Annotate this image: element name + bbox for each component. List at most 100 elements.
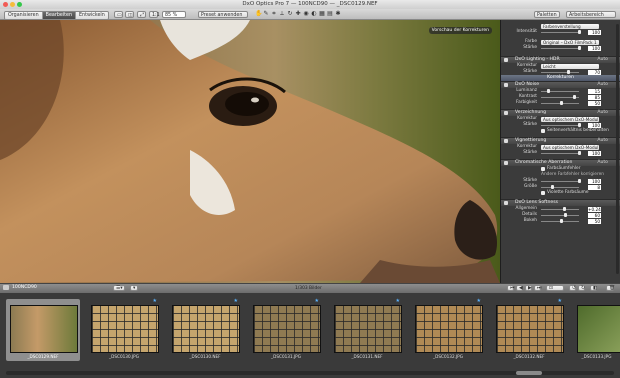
chromatic-strength-value[interactable]: 100 bbox=[588, 178, 601, 184]
white-balance-tool-icon[interactable]: ✎ bbox=[263, 11, 269, 17]
thumbnail[interactable]: ★ _DSC0130.JPG bbox=[87, 299, 161, 361]
slider-knob[interactable] bbox=[551, 185, 554, 189]
mask-tool-icon[interactable]: ◐ bbox=[311, 11, 317, 17]
slider-knob[interactable] bbox=[578, 46, 581, 50]
preview-corrections-button[interactable]: Vorschau der Korrekturen bbox=[428, 27, 492, 34]
slider-knob[interactable] bbox=[578, 30, 581, 34]
lighting-strength-slider[interactable] bbox=[541, 70, 579, 74]
grid-tool-icon[interactable]: ▦ bbox=[319, 11, 325, 17]
repair-tool-icon[interactable]: ✚ bbox=[295, 11, 301, 17]
thumbnail[interactable]: ★ _DSC0132.JPG bbox=[411, 299, 485, 361]
slider-knob[interactable] bbox=[564, 213, 567, 217]
settings-tool-icon[interactable]: ✱ bbox=[335, 11, 341, 17]
rotate-tool-icon[interactable]: ↻ bbox=[287, 11, 293, 17]
fit-button[interactable]: ⤢ bbox=[137, 10, 146, 18]
next-image-button[interactable]: ▶ bbox=[525, 285, 532, 291]
slider-knob[interactable] bbox=[578, 123, 581, 127]
noise-contrast-slider[interactable] bbox=[541, 95, 579, 99]
prev-image-button[interactable]: ◀ bbox=[516, 285, 523, 291]
vignetting-correction-select[interactable]: Aus optischem DxO-Modul bbox=[541, 144, 599, 150]
slider-knob[interactable] bbox=[578, 151, 581, 155]
trash-button[interactable]: 🗑 bbox=[606, 285, 615, 291]
noise-chroma-slider[interactable] bbox=[541, 101, 579, 105]
softness-header[interactable]: DxO Lens Softness bbox=[501, 199, 620, 206]
slider-knob[interactable] bbox=[563, 207, 566, 211]
chromatic-size-slider[interactable] bbox=[541, 185, 579, 189]
workspace-button[interactable]: Arbeitsbereich bbox=[566, 10, 616, 18]
noise-header[interactable]: DxO Noise Auto bbox=[501, 81, 620, 88]
film-select[interactable]: Original – DxO FilmPack 1 bbox=[541, 39, 599, 45]
noise-luminance-value[interactable]: 15 bbox=[588, 88, 601, 94]
noise-contrast-value[interactable]: 85 bbox=[588, 94, 601, 100]
filter-button[interactable]: ▾ bbox=[130, 285, 138, 291]
noise-chroma-value[interactable]: 50 bbox=[588, 100, 601, 106]
compare-thumbs-button[interactable]: ◧ bbox=[590, 285, 598, 291]
slider-knob[interactable] bbox=[573, 95, 576, 99]
thumbnail[interactable]: ★ _DSC0130.NEF bbox=[168, 299, 242, 361]
zoom-select[interactable]: 85 % bbox=[162, 10, 186, 18]
intensity-slider[interactable] bbox=[541, 30, 581, 34]
chromatic-strength-slider[interactable] bbox=[541, 179, 581, 183]
lighting-header[interactable]: DxO Lighting - HDR Auto bbox=[501, 56, 620, 63]
slider-knob[interactable] bbox=[560, 101, 563, 105]
thumbnail[interactable]: ★ _DSC0131.JPG bbox=[249, 299, 323, 361]
distortion-strength-slider[interactable] bbox=[541, 123, 581, 127]
preset-select[interactable]: Preset anwenden bbox=[198, 10, 248, 18]
noise-luminance-slider[interactable] bbox=[541, 89, 579, 93]
distortion-header[interactable]: Verzeichnung Auto bbox=[501, 109, 620, 116]
vignetting-enable-checkbox[interactable] bbox=[504, 139, 508, 143]
panel-scrollbar[interactable] bbox=[616, 24, 619, 274]
distortion-correction-select[interactable]: Aus optischem DxO-Modul bbox=[541, 116, 599, 122]
keep-ratio-checkbox[interactable] bbox=[541, 129, 545, 133]
horizon-tool-icon[interactable]: ⟂ bbox=[279, 11, 285, 17]
hand-tool-icon[interactable]: ✋ bbox=[255, 11, 262, 17]
slider-knob[interactable] bbox=[567, 70, 570, 74]
thumbnail[interactable]: ★ _DSC0132.NEF bbox=[492, 299, 566, 361]
film-strength-value[interactable]: 100 bbox=[588, 45, 601, 51]
color-mode-select[interactable]: Farbenverstellung bbox=[541, 23, 599, 29]
palettes-button[interactable]: Paletten bbox=[534, 10, 560, 18]
layout-button[interactable]: ▭ bbox=[114, 10, 123, 18]
vignetting-strength-slider[interactable] bbox=[541, 151, 581, 155]
lighting-enable-checkbox[interactable] bbox=[504, 58, 508, 62]
crop-tool-icon[interactable]: ⌗ bbox=[271, 11, 277, 17]
last-image-button[interactable]: ⏭ bbox=[534, 285, 541, 291]
intensity-value[interactable]: 100 bbox=[588, 29, 601, 35]
sort-button[interactable]: ☰▾ bbox=[113, 285, 125, 291]
softness-details-slider[interactable] bbox=[541, 213, 579, 217]
tab-edit[interactable]: Bearbeiten bbox=[42, 11, 77, 19]
histogram-tool-icon[interactable]: ▤ bbox=[327, 11, 333, 17]
purple-fringe-checkbox[interactable] bbox=[541, 191, 545, 195]
vignetting-header[interactable]: Vignettierung Auto bbox=[501, 137, 620, 144]
slider-knob[interactable] bbox=[560, 219, 563, 223]
actual-size-button[interactable]: 1:1 bbox=[149, 10, 160, 18]
thumbnail[interactable]: _DSC0133.JPG bbox=[573, 299, 620, 361]
softness-global-value[interactable]: +0.24 bbox=[588, 206, 601, 212]
softness-bokeh-slider[interactable] bbox=[541, 219, 579, 223]
tab-develop[interactable]: Entwickeln bbox=[76, 11, 108, 19]
chromatic-size-value[interactable]: 8 bbox=[588, 184, 601, 190]
rotate-left-button[interactable]: ↺ bbox=[569, 285, 576, 291]
distortion-strength-value[interactable]: 100 bbox=[588, 122, 601, 128]
noise-enable-checkbox[interactable] bbox=[504, 83, 508, 87]
red-eye-tool-icon[interactable]: ◉ bbox=[303, 11, 309, 17]
softness-enable-checkbox[interactable] bbox=[504, 201, 508, 205]
vignetting-strength-value[interactable]: 100 bbox=[588, 150, 601, 156]
image-viewer[interactable]: Vorschau der Korrekturen bbox=[0, 20, 500, 283]
lighting-correction-select[interactable]: Leicht bbox=[541, 63, 599, 69]
first-image-button[interactable]: ⏮ bbox=[507, 285, 514, 291]
chromatic-enable-checkbox[interactable] bbox=[504, 161, 508, 165]
softness-bokeh-value[interactable]: 50 bbox=[588, 218, 601, 224]
film-strength-slider[interactable] bbox=[541, 46, 581, 50]
fringe-checkbox[interactable] bbox=[541, 167, 545, 171]
compare-button[interactable]: ◫ bbox=[125, 10, 134, 18]
full-size-button[interactable]: ⊡ bbox=[546, 285, 564, 291]
thumbnail[interactable]: ★ _DSC0131.NEF bbox=[330, 299, 404, 361]
softness-global-slider[interactable] bbox=[541, 207, 579, 211]
tab-organize[interactable]: Organisieren bbox=[5, 11, 43, 19]
slider-knob[interactable] bbox=[547, 89, 550, 93]
softness-details-value[interactable]: 60 bbox=[588, 212, 601, 218]
scrollbar-thumb[interactable] bbox=[516, 371, 542, 375]
chromatic-header[interactable]: Chromatische Aberration Auto bbox=[501, 159, 620, 166]
slider-knob[interactable] bbox=[578, 179, 581, 183]
